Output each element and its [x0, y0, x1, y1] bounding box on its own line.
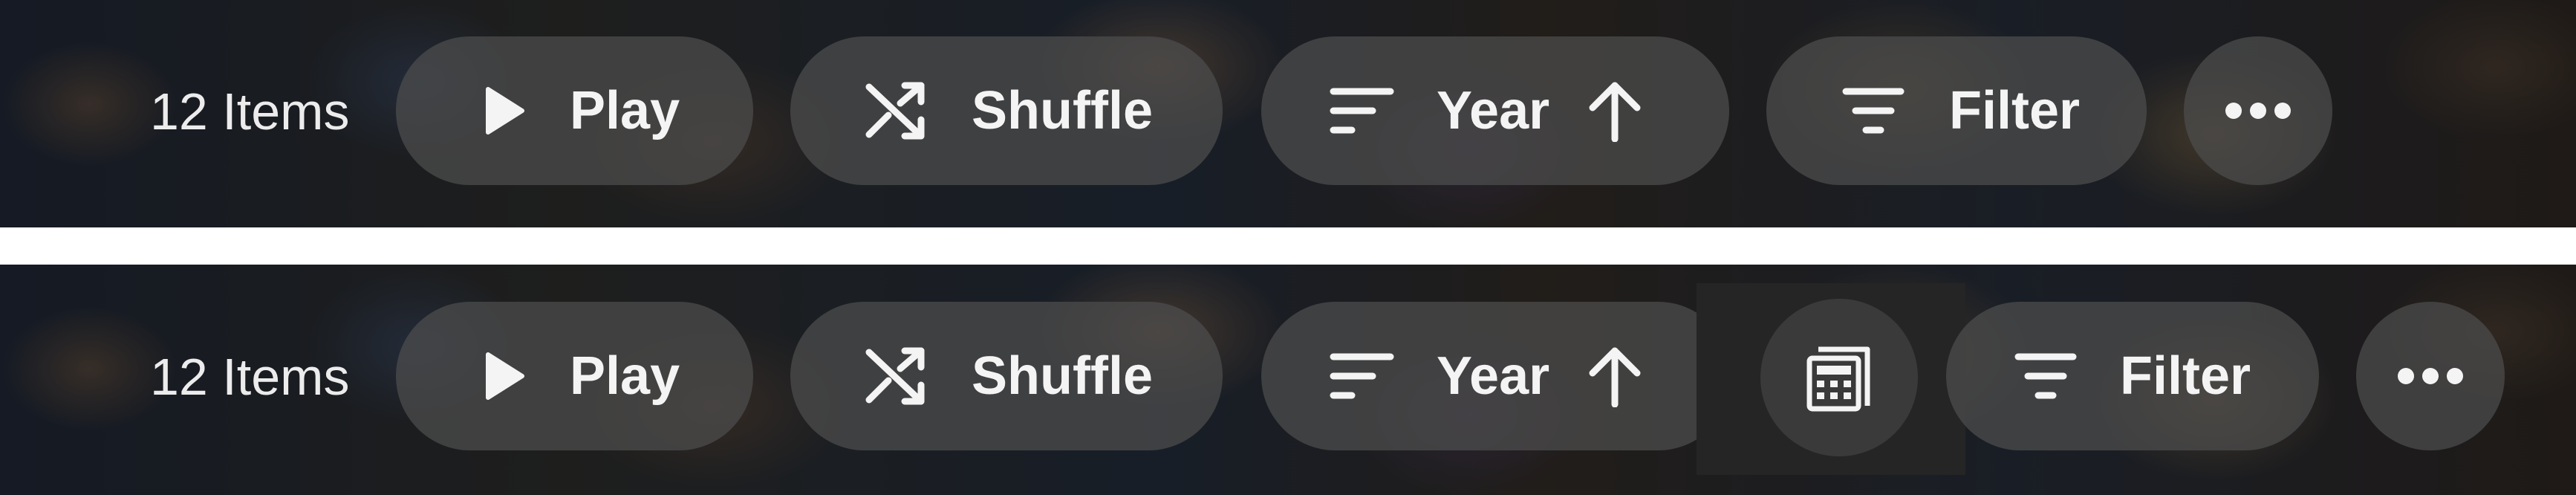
more-horizontal-icon [2397, 367, 2464, 385]
filter-button[interactable]: Filter [1946, 302, 2319, 450]
shuffle-button[interactable]: Shuffle [790, 36, 1223, 185]
shuffle-icon [865, 346, 927, 406]
play-label: Play [570, 346, 680, 406]
play-button[interactable]: Play [396, 36, 753, 185]
shuffle-icon [865, 81, 927, 140]
sort-label: Year [1437, 346, 1550, 406]
shuffle-label: Shuffle [972, 81, 1153, 140]
shuffle-button[interactable]: Shuffle [790, 302, 1223, 450]
calculator-button[interactable] [1760, 299, 1918, 456]
library-header-background: 12 Items Play Shuffle Year Filter [0, 0, 2576, 227]
library-header-background: 12 Items Play Shuffle Year Filter [0, 265, 2576, 495]
play-label: Play [570, 81, 680, 140]
filter-label: Filter [1949, 81, 2081, 140]
arrow-up-icon [1588, 80, 1642, 142]
sort-lines-icon [1330, 352, 1395, 400]
filter-icon [2014, 352, 2077, 400]
item-count: 12 Items [150, 82, 350, 140]
sort-button[interactable]: Year [1261, 36, 1729, 185]
arrow-up-icon [1588, 345, 1642, 407]
library-toolbar: 12 Items Play Shuffle Year Filter [0, 0, 2576, 227]
sort-lines-icon [1330, 87, 1395, 135]
play-icon [484, 352, 525, 401]
sort-label: Year [1437, 81, 1550, 140]
play-icon [484, 86, 525, 135]
more-horizontal-icon [2225, 102, 2292, 120]
shuffle-label: Shuffle [972, 346, 1153, 406]
filter-button[interactable]: Filter [1766, 36, 2147, 185]
more-options-button[interactable] [2356, 302, 2505, 450]
library-toolbar: 12 Items Play Shuffle Year Filter [0, 265, 2576, 495]
filter-icon [1842, 87, 1905, 135]
item-count: 12 Items [150, 348, 350, 406]
sort-button[interactable]: Year [1261, 302, 1732, 450]
more-options-button[interactable] [2184, 36, 2332, 185]
filter-label: Filter [2120, 346, 2251, 406]
calculator-icon [1803, 342, 1875, 413]
play-button[interactable]: Play [396, 302, 753, 450]
